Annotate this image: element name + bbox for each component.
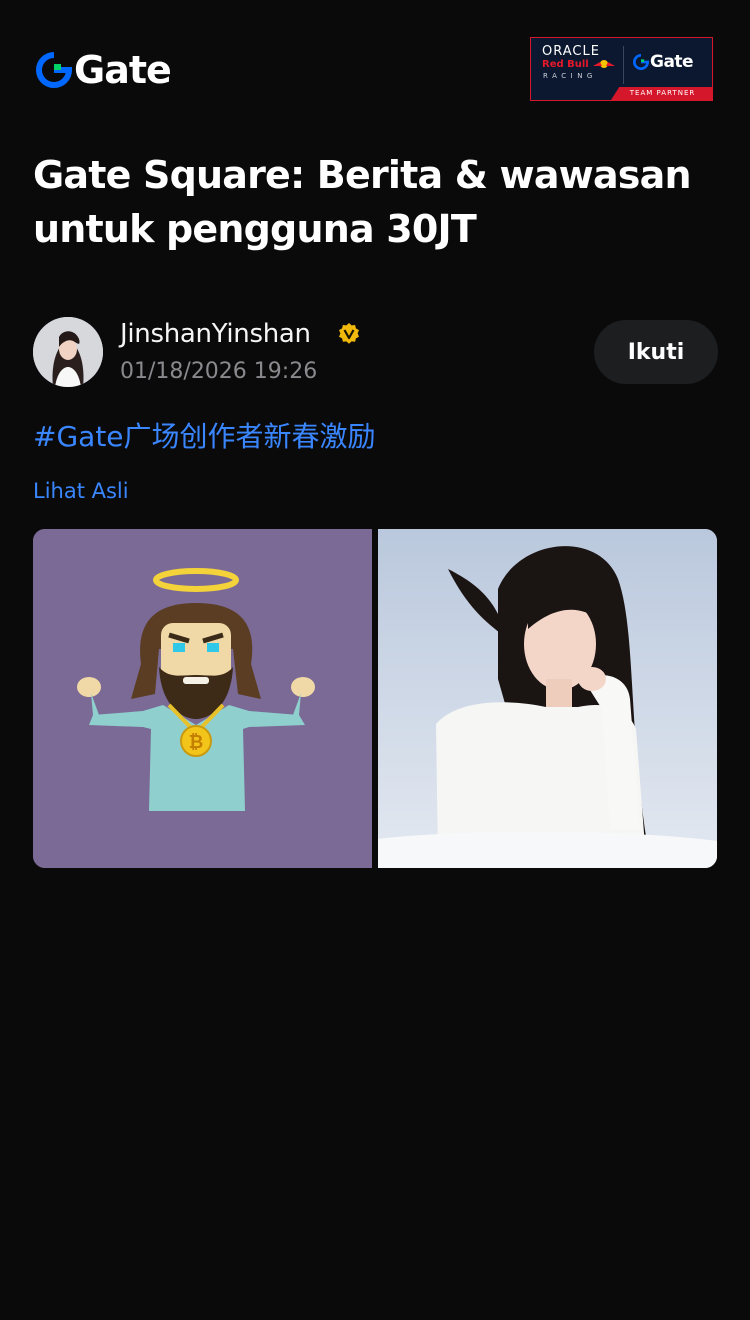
svg-text:₿: ₿ <box>189 732 204 753</box>
top-header: Gate ORACLE Red Bull RACING Gate TEAM PA… <box>0 0 750 130</box>
post-timestamp: 01/18/2026 19:26 <box>120 359 318 384</box>
partner-racing-text: RACING <box>543 72 597 80</box>
follow-button[interactable]: Ikuti <box>594 320 718 384</box>
gate-logo-icon <box>633 54 649 70</box>
gate-logo-icon <box>36 52 72 88</box>
avatar[interactable] <box>33 317 103 387</box>
woman-portrait-image[interactable] <box>378 529 717 868</box>
cartoon-saint-bitcoin-image[interactable]: ₿ <box>33 529 372 868</box>
partner-redbull-text: Red Bull <box>542 59 589 70</box>
partner-footer-text: TEAM PARTNER <box>611 87 712 100</box>
logo-text: Gate <box>74 48 172 92</box>
partner-gate-logo: Gate <box>633 52 694 72</box>
verified-badge-icon <box>339 323 359 344</box>
post-image-gallery: ₿ <box>33 529 718 868</box>
partner-gate-text: Gate <box>650 52 694 72</box>
team-partner-badge[interactable]: ORACLE Red Bull RACING Gate TEAM PARTNER <box>530 37 713 101</box>
page-title: Gate Square: Berita & wawasan untuk peng… <box>33 153 692 251</box>
post-author-row: JinshanYinshan 01/18/2026 19:26 Ikuti <box>33 317 718 387</box>
gate-logo[interactable]: Gate <box>36 48 172 92</box>
hashtag-link[interactable]: #Gate广场创作者新春激励 <box>33 415 376 455</box>
author-name[interactable]: JinshanYinshan <box>120 319 311 349</box>
red-bull-icon <box>593 60 615 68</box>
view-original-link[interactable]: Lihat Asli <box>33 479 129 503</box>
partner-divider <box>623 46 624 84</box>
partner-oracle-text: ORACLE <box>542 44 600 59</box>
